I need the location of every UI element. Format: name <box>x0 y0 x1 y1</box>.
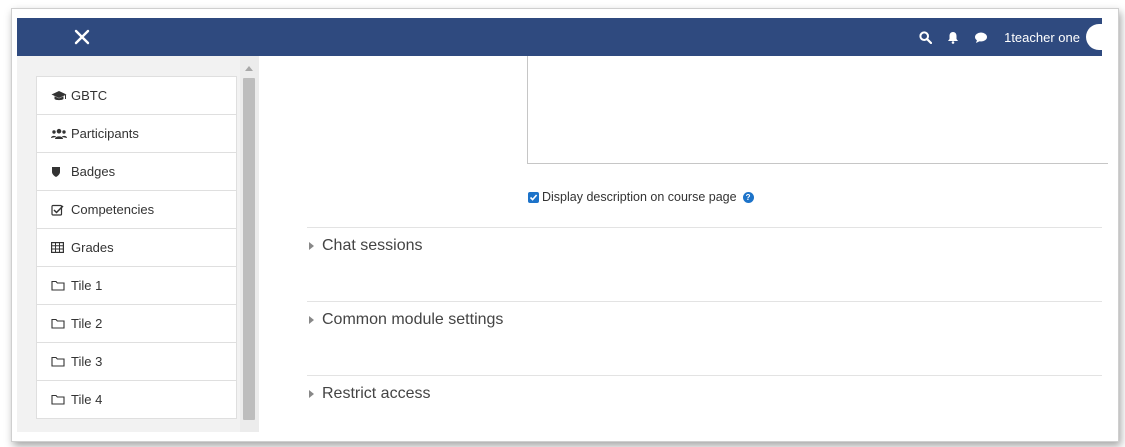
sidebar-item-tile-3[interactable]: Tile 3 <box>36 343 237 381</box>
scroll-up-arrow-icon[interactable] <box>245 66 253 71</box>
sidebar-item-gbtc[interactable]: GBTC <box>36 76 237 115</box>
sidebar-item-tile-2[interactable]: Tile 2 <box>36 305 237 343</box>
check-square-icon <box>51 203 67 217</box>
section-title: Chat sessions <box>322 237 423 254</box>
user-menu-name[interactable]: 1teacher one <box>1004 30 1080 45</box>
users-icon <box>51 127 67 141</box>
main-content: Display description on course page ? Cha… <box>259 56 1108 432</box>
search-icon <box>918 30 932 44</box>
section-divider <box>307 301 1102 302</box>
messages-button[interactable] <box>972 28 990 46</box>
folder-icon <box>51 279 67 293</box>
section-restrict-access[interactable]: Restrict access <box>309 385 430 403</box>
sidebar-item-competencies[interactable]: Competencies <box>36 191 237 229</box>
sidebar-item-label: GBTC <box>71 88 108 103</box>
sidebar-item-label: Tile 2 <box>71 316 103 331</box>
caret-right-icon <box>309 390 314 398</box>
sidebar-item-participants[interactable]: Participants <box>36 115 237 153</box>
search-button[interactable] <box>916 28 934 46</box>
section-divider <box>307 375 1102 376</box>
sidebar-item-label: Grades <box>71 240 114 255</box>
sidebar-item-label: Badges <box>71 164 116 179</box>
avatar[interactable] <box>1086 24 1102 50</box>
graduation-cap-icon <box>51 89 67 103</box>
sidebar-item-label: Competencies <box>71 202 155 217</box>
display-description-row: Display description on course page ? <box>528 190 754 204</box>
table-icon <box>51 241 67 255</box>
sidebar-item-label: Tile 4 <box>71 392 103 407</box>
sidebar-item-tile-1[interactable]: Tile 1 <box>36 267 237 305</box>
checkmark-icon <box>529 193 538 201</box>
caret-right-icon <box>309 242 314 250</box>
sidebar-item-label: Tile 3 <box>71 354 103 369</box>
course-nav-drawer: GBTC Participants Badges Competencies Gr… <box>17 56 259 432</box>
notifications-button[interactable] <box>944 28 962 46</box>
shield-icon <box>51 165 67 179</box>
sidebar-item-tile-4[interactable]: Tile 4 <box>36 381 237 419</box>
top-navbar: 1teacher one <box>17 18 1102 56</box>
sidebar-item-label: Participants <box>71 126 139 141</box>
display-description-label[interactable]: Display description on course page <box>542 190 737 204</box>
caret-right-icon <box>309 316 314 324</box>
close-icon <box>74 29 90 45</box>
chat-icon <box>975 32 988 43</box>
sidebar-scrollbar[interactable] <box>240 56 259 432</box>
help-icon[interactable]: ? <box>742 191 754 203</box>
scrollbar-thumb[interactable] <box>243 78 255 420</box>
sidebar-item-badges[interactable]: Badges <box>36 153 237 191</box>
course-nav-list: GBTC Participants Badges Competencies Gr… <box>36 76 237 419</box>
bell-icon <box>948 31 959 44</box>
sidebar-item-grades[interactable]: Grades <box>36 229 237 267</box>
section-common-module-settings[interactable]: Common module settings <box>309 311 503 329</box>
folder-icon <box>51 355 67 369</box>
display-description-checkbox[interactable] <box>528 191 539 203</box>
folder-icon <box>51 317 67 331</box>
description-editor[interactable] <box>527 56 1108 164</box>
close-drawer-button[interactable] <box>67 18 97 56</box>
section-title: Restrict access <box>322 385 431 402</box>
sidebar-item-label: Tile 1 <box>71 278 103 293</box>
section-title: Common module settings <box>322 311 504 328</box>
folder-icon <box>51 393 67 407</box>
section-divider <box>307 227 1102 228</box>
navbar-actions: 1teacher one <box>916 18 1102 56</box>
section-chat-sessions[interactable]: Chat sessions <box>309 237 423 255</box>
